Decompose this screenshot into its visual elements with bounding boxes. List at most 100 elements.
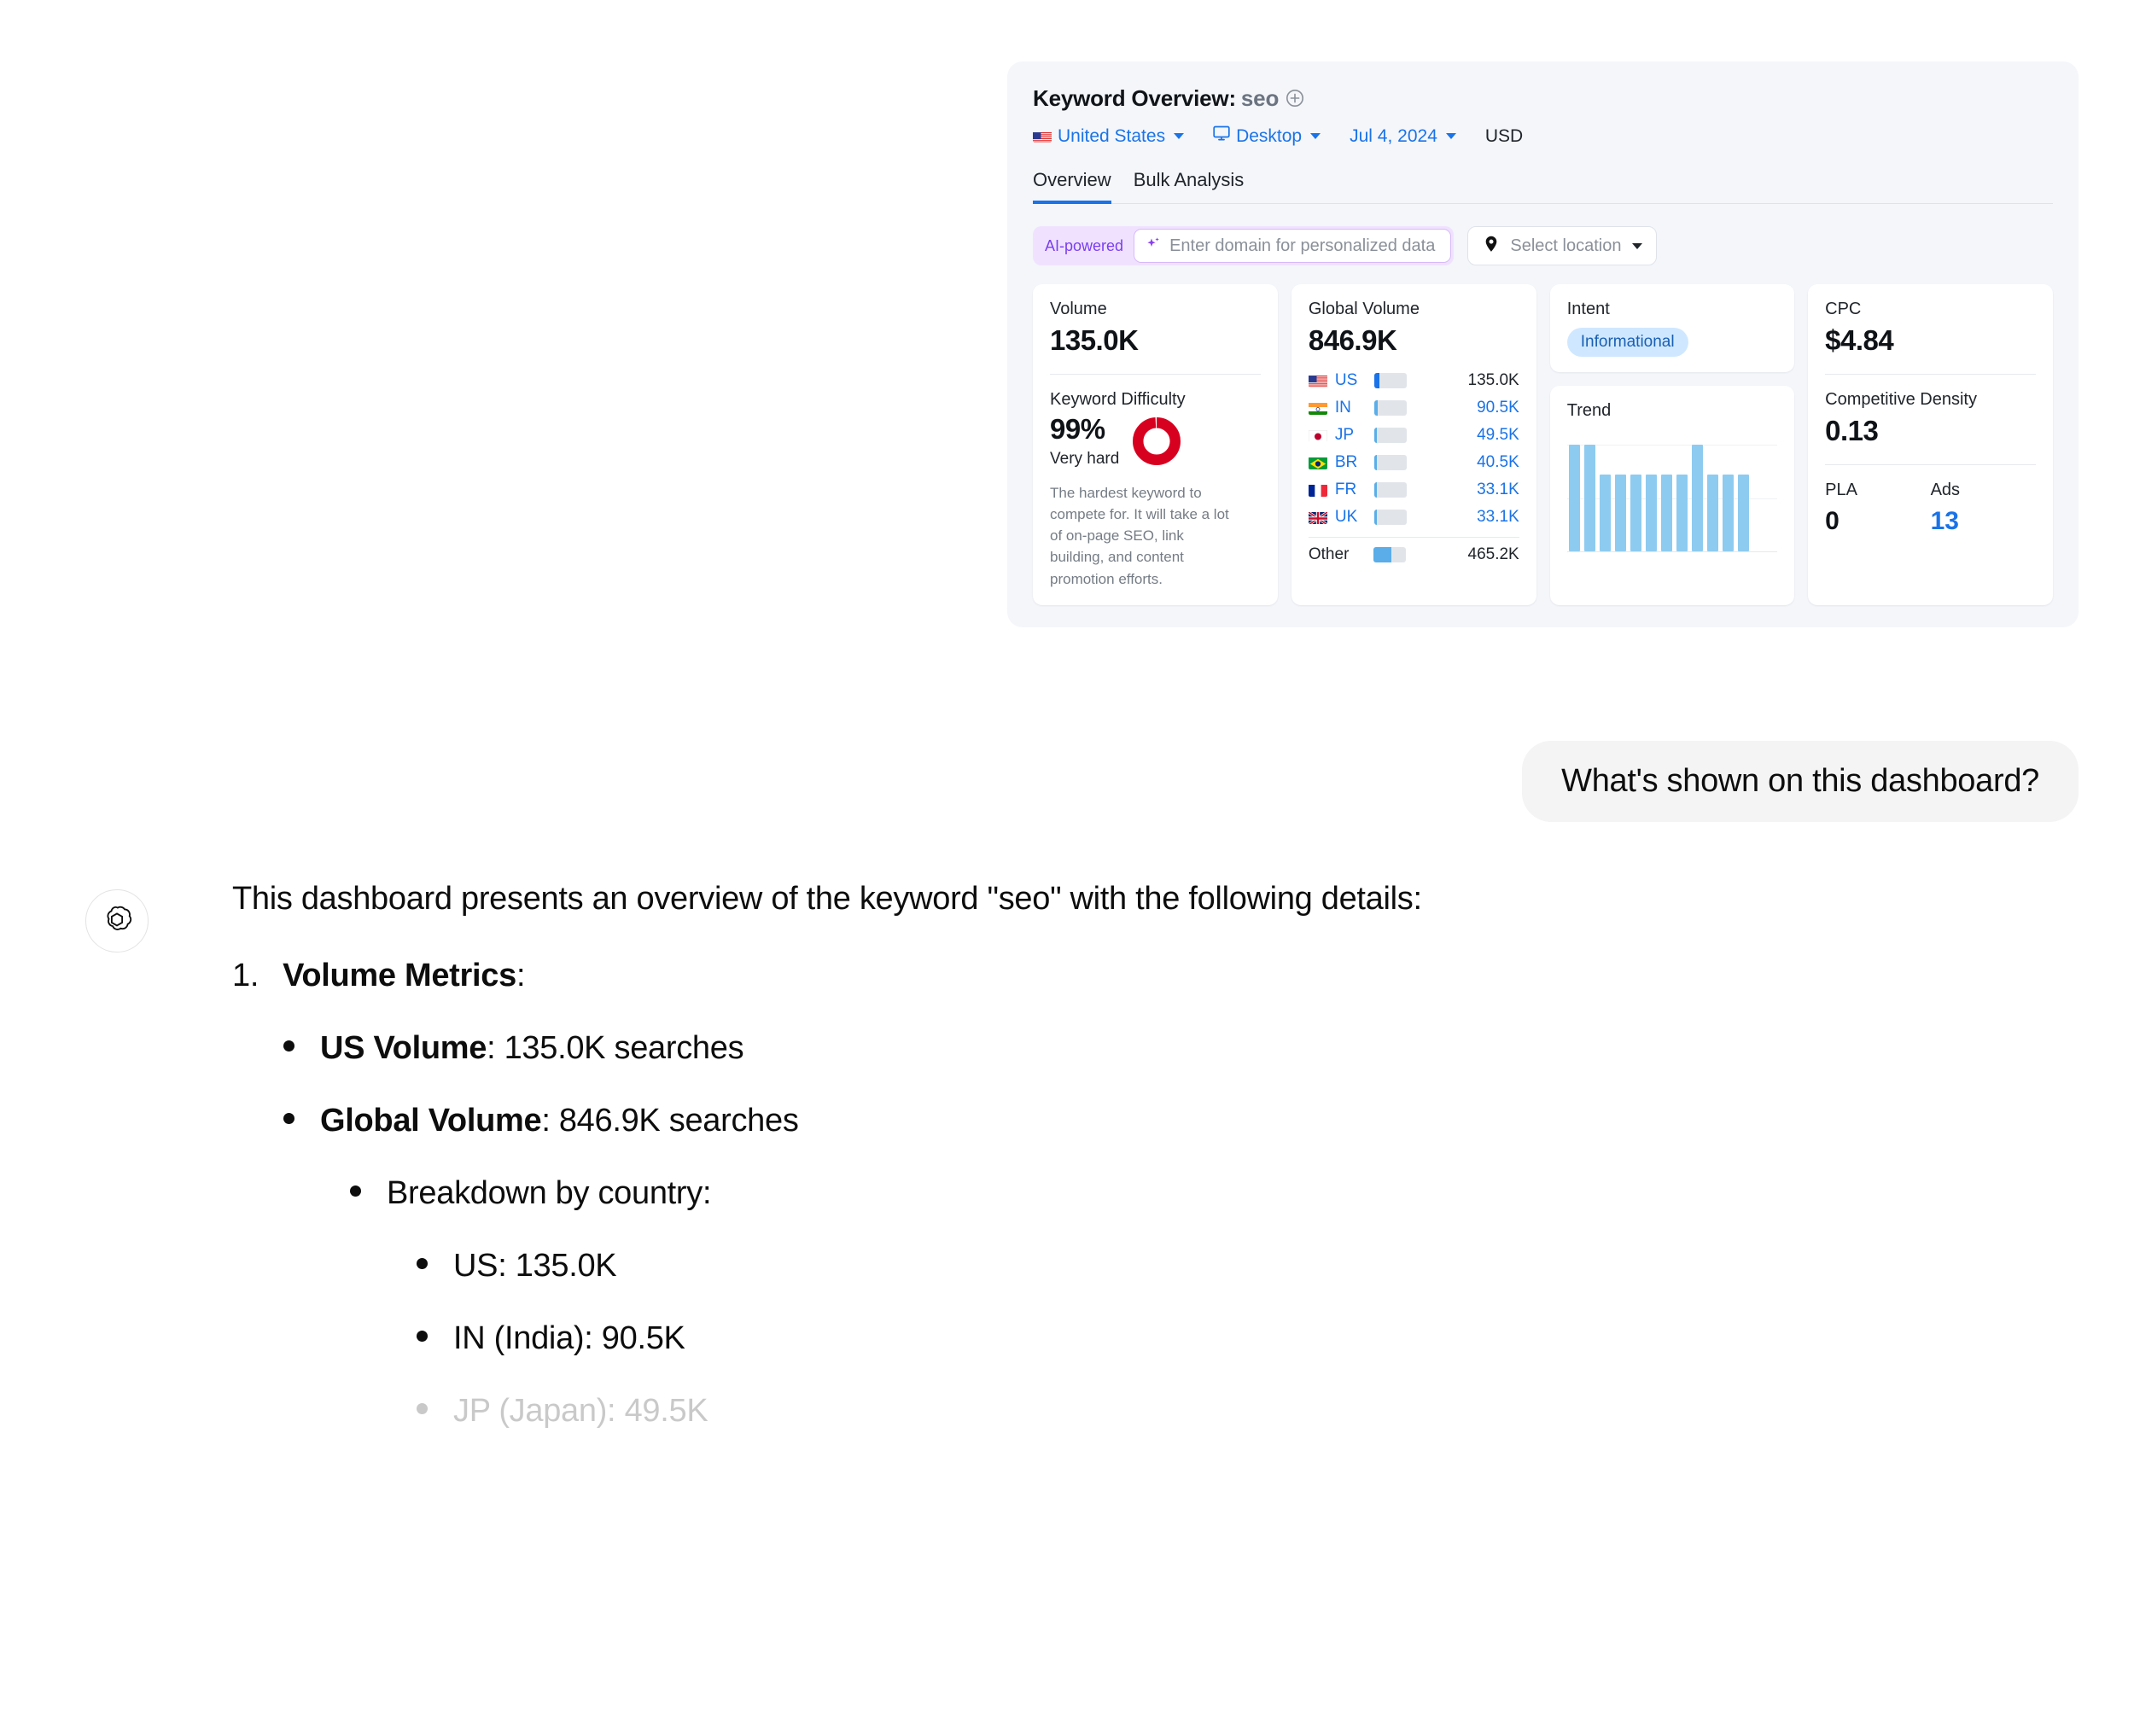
us-flag-icon	[1308, 375, 1327, 387]
plus-circle-icon[interactable]	[1286, 87, 1304, 114]
assistant-intro: This dashboard presents an overview of t…	[232, 881, 1422, 917]
table-row[interactable]: JP 49.5K	[1308, 422, 1519, 449]
domain-input[interactable]: Enter domain for personalized data	[1134, 229, 1452, 263]
user-message-bubble: What's shown on this dashboard?	[1522, 741, 2079, 822]
list-item: Global Volume: 846.9K searches	[283, 1103, 2083, 1139]
chevron-down-icon	[1632, 242, 1643, 249]
bullet-list-level-1: US Volume: 135.0K searches Global Volume…	[283, 1030, 2083, 1430]
openai-logo-icon	[85, 889, 149, 952]
monitor-icon	[1213, 125, 1230, 147]
currency-label: USD	[1484, 125, 1524, 146]
list-item-text: Breakdown by country:	[387, 1174, 712, 1211]
table-row[interactable]: BR 40.5K	[1308, 449, 1519, 476]
divider	[1308, 537, 1519, 538]
chevron-down-icon	[1310, 133, 1321, 139]
list-number: 1.	[232, 957, 259, 993]
bullet-list-level-2: Breakdown by country: US: 135.0K IN (Ind…	[350, 1175, 2083, 1430]
in-flag-icon	[1308, 402, 1327, 415]
country-code: IN	[1334, 399, 1351, 417]
table-row-other: Other 465.2K	[1309, 541, 1519, 568]
volume-bar	[1373, 482, 1407, 498]
volume-bar	[1373, 428, 1407, 443]
cpc-value: $4.84	[1825, 324, 1894, 356]
cpc-label: CPC	[1825, 300, 1862, 318]
location-placeholder: Select location	[1510, 236, 1622, 255]
table-row[interactable]: FR 33.1K	[1308, 476, 1519, 504]
table-row[interactable]: US 135.0K	[1308, 367, 1519, 394]
ads-metric: Ads 13	[1931, 481, 2036, 536]
trend-bar-chart	[1566, 445, 1778, 552]
cpc-card: CPC $4.84 Competitive Density 0.13 PLA 0…	[1808, 284, 2053, 605]
country-volume: 33.1K	[1477, 481, 1519, 498]
table-row[interactable]: UK 33.1K	[1308, 504, 1519, 531]
status-badge[interactable]: Informational	[1566, 328, 1688, 357]
bullet-icon	[350, 1185, 361, 1197]
country-volume: 90.5K	[1477, 399, 1519, 417]
bullet-icon	[417, 1257, 428, 1269]
list-item: 1. Volume Metrics:	[232, 958, 2083, 994]
divider	[1825, 374, 2036, 375]
global-volume-value: 846.9K	[1308, 324, 1397, 356]
chat-conversation: Keyword Overview: seo United States Deskt…	[0, 0, 2134, 1736]
page-title-keyword: seo	[1240, 85, 1280, 111]
jp-flag-icon	[1308, 429, 1327, 442]
chevron-down-icon	[1445, 133, 1456, 139]
country-volume: 40.5K	[1477, 453, 1519, 471]
keyword-difficulty-description: The hardest keyword to compete for. It w…	[1050, 485, 1229, 587]
global-volume-country-list: US 135.0K IN 90.5K JP 49.5K BR 40.5K FR …	[1308, 367, 1519, 568]
tab-overview[interactable]: Overview	[1033, 169, 1111, 204]
pla-metric: PLA 0	[1825, 481, 1930, 536]
country-selector[interactable]: United States	[1033, 125, 1185, 147]
volume-card: Volume 135.0K Keyword Difficulty 99% Ver…	[1033, 284, 1278, 605]
table-row[interactable]: IN 90.5K	[1308, 394, 1519, 422]
volume-bar	[1373, 400, 1407, 416]
br-flag-icon	[1308, 457, 1327, 469]
volume-bar	[1373, 510, 1407, 525]
date-selector[interactable]: Jul 4, 2024	[1350, 126, 1456, 147]
map-pin-icon	[1482, 235, 1501, 258]
keyword-difficulty-rating: Very hard	[1050, 450, 1120, 468]
ai-powered-domain-control: AI-powered Enter domain for personalized…	[1033, 226, 1455, 265]
list-item: Breakdown by country:	[350, 1175, 2083, 1212]
keyword-difficulty-donut-icon	[1133, 417, 1181, 465]
list-item-text: JP (Japan): 49.5K	[453, 1392, 708, 1429]
fr-flag-icon	[1308, 484, 1327, 497]
trend-label: Trend	[1566, 401, 1612, 420]
ads-value[interactable]: 13	[1931, 507, 2036, 536]
metrics-cards: Volume 135.0K Keyword Difficulty 99% Ver…	[1007, 265, 2079, 627]
volume-bar	[1373, 373, 1407, 388]
dashboard-filters: United States Desktop Jul 4, 2024 USD	[1033, 125, 2053, 147]
country-code: UK	[1334, 508, 1358, 526]
page-title: Keyword Overview: seo	[1033, 85, 2053, 114]
pla-label: PLA	[1825, 481, 1857, 499]
date-label: Jul 4, 2024	[1350, 125, 1437, 146]
device-selector[interactable]: Desktop	[1213, 125, 1321, 147]
pla-value: 0	[1825, 507, 1840, 535]
keyword-difficulty-row: 99% Very hard	[1050, 415, 1261, 469]
country-label: United States	[1058, 125, 1166, 146]
tab-bulk-analysis[interactable]: Bulk Analysis	[1134, 169, 1245, 204]
country-volume: 135.0K	[1467, 371, 1519, 389]
pla-ads-row: PLA 0 Ads 13	[1825, 481, 2036, 536]
country-code: FR	[1334, 481, 1357, 498]
device-label: Desktop	[1236, 125, 1303, 146]
country-code: BR	[1334, 453, 1358, 471]
location-selector[interactable]: Select location	[1467, 226, 1658, 265]
other-volume: 465.2K	[1467, 545, 1519, 563]
list-item: JP (Japan): 49.5K	[417, 1393, 2083, 1430]
list-item-text: IN (India): 90.5K	[453, 1319, 685, 1356]
country-code: JP	[1334, 426, 1355, 444]
intent-card: Intent Informational	[1549, 284, 1795, 372]
bullet-icon	[283, 1040, 294, 1052]
competitive-density-label: Competitive Density	[1825, 390, 1977, 409]
keyword-difficulty-value: 99%	[1050, 413, 1105, 445]
keyword-difficulty-label: Keyword Difficulty	[1050, 390, 1186, 409]
assistant-reply-body: This dashboard presents an overview of t…	[232, 879, 2083, 1430]
volume-bar	[1373, 547, 1406, 562]
other-label: Other	[1308, 545, 1350, 563]
bullet-icon	[417, 1330, 428, 1342]
keyword-overview-dashboard-attachment[interactable]: Keyword Overview: seo United States Deskt…	[1007, 61, 2079, 627]
ai-toolbar: AI-powered Enter domain for personalized…	[1007, 204, 2079, 265]
volume-value-row: 135.0K	[1050, 324, 1261, 357]
bullet-icon	[417, 1402, 428, 1414]
